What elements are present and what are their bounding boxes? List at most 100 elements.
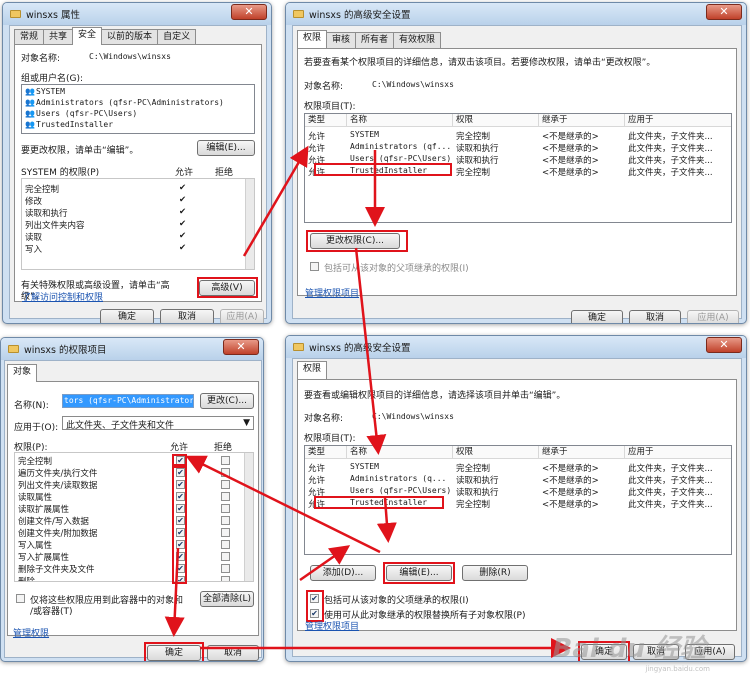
perm-row: 删除 (18, 577, 36, 582)
permissions-label: SYSTEM 的权限(P) (21, 168, 100, 178)
tab-sharing[interactable]: 共享 (43, 29, 74, 45)
col-name: 名称 (347, 446, 453, 459)
ok-button[interactable]: 确定 (100, 309, 154, 323)
name-label: 名称(N): (14, 401, 49, 411)
tab-owner[interactable]: 所有者 (355, 32, 395, 48)
apply-to-label: 应用于(O): (14, 423, 59, 433)
col-applies: 应用于 (625, 114, 731, 127)
entries-label: 权限项目(T): (304, 102, 356, 112)
clear-all-button[interactable]: 全部清除(L) (200, 591, 254, 607)
deny-checkbox[interactable] (221, 492, 230, 501)
deny-checkbox[interactable] (221, 528, 230, 537)
apply-only-checkbox[interactable] (16, 594, 25, 603)
cancel-button[interactable]: 取消 (160, 309, 214, 323)
deny-checkbox[interactable] (221, 552, 230, 561)
tab-security[interactable]: 安全 (72, 27, 103, 45)
close-button[interactable]: ✕ (706, 337, 742, 353)
scrollbar[interactable] (245, 179, 254, 269)
perm-row: 完全控制 ✔ (25, 183, 187, 195)
deny-checkbox[interactable] (221, 480, 230, 489)
object-name-label: 对象名称: (304, 82, 344, 92)
apply-to-value: 此文件夹、子文件夹和文件 (66, 421, 175, 431)
col-inherited: 继承于 (539, 114, 625, 127)
tab-object[interactable]: 对象 (7, 364, 38, 382)
access-control-link[interactable]: 了解访问控制和权限 (22, 290, 103, 303)
description: 若要查看某个权限项目的详细信息，请双击该项目。若要修改权限，请单击“更改权限”。 (304, 58, 656, 68)
perm-row: 写入 ✔ (25, 243, 187, 255)
add-button[interactable]: 添加(D)... (310, 565, 376, 581)
tab-effective[interactable]: 有效权限 (393, 32, 442, 48)
perm-row: 遍历文件夹/执行文件 (18, 469, 98, 479)
permission-checklist: 完全控制 遍历文件夹/执行文件 列出文件夹/读取数据 读取属性 读取扩展属性 创… (14, 452, 254, 582)
object-name-value: C:\Windows\winsxs (89, 52, 171, 61)
col-name: 名称 (347, 114, 453, 127)
table-row[interactable]: 允许 SYSTEM 完全控制 <不是继承的> 此文件夹，子文件夹... (305, 130, 731, 142)
tab-customize[interactable]: 自定义 (157, 29, 197, 45)
change-button[interactable]: 更改(C)... (200, 393, 254, 409)
window-title: winsxs 的高级安全设置 (309, 10, 411, 21)
deny-checkbox[interactable] (221, 564, 230, 573)
annotation-box (314, 496, 444, 509)
watermark: Bai du 经验 (552, 634, 707, 664)
close-button[interactable]: ✕ (231, 4, 267, 20)
object-name-label: 对象名称: (21, 54, 61, 64)
col-permission: 权限 (453, 114, 539, 127)
col-type: 类型 (305, 114, 347, 127)
list-item[interactable]: 👥 TrustedInstaller (22, 120, 254, 132)
deny-checkbox[interactable] (221, 540, 230, 549)
ok-button[interactable]: 确定 (571, 310, 623, 323)
tab-previous-versions[interactable]: 以前的版本 (101, 29, 159, 45)
perm-row: 写入属性 (18, 541, 53, 551)
perm-row: 读取属性 (18, 493, 53, 503)
deny-header: 拒绝 (215, 168, 234, 178)
table-row[interactable]: 允许 Administrators (qf... 读取和执行 <不是继承的> 此文件夹，… (305, 142, 731, 154)
group-label: 组或用户名(G): (21, 74, 84, 84)
advanced-security-edit-window: winsxs 的高级安全设置 ✕ 权限 要查看或编辑权限项目的详细信息，请选择该… (285, 335, 747, 662)
manage-entries-link[interactable]: 管理权限项目 (305, 619, 359, 632)
table-row[interactable]: 允许 SYSTEM 完全控制 <不是继承的> 此文件夹，子文件夹... (305, 462, 731, 474)
col-applies: 应用于 (625, 446, 731, 459)
perm-row: 列出文件夹/读取数据 (18, 481, 98, 491)
cancel-button[interactable]: 取消 (629, 310, 681, 323)
table-row[interactable]: 允许 Administrators (q... 读取和执行 <不是继承的> 此文件夹，子… (305, 474, 731, 486)
folder-icon (8, 345, 19, 353)
tab-permissions[interactable]: 权限 (297, 30, 328, 48)
apply-button: 应用(A) (220, 309, 264, 323)
tab-auditing[interactable]: 审核 (326, 32, 357, 48)
scrollbar[interactable] (244, 453, 253, 581)
deny-checkbox[interactable] (221, 576, 230, 581)
perm-row: 完全控制 (18, 457, 53, 467)
edit-button[interactable]: 编辑(E)... (197, 140, 255, 156)
perm-row: 创建文件/写入数据 (18, 517, 89, 527)
remove-button[interactable]: 删除(R) (462, 565, 528, 581)
cancel-button[interactable]: 取消 (207, 645, 259, 661)
advanced-titlebar: winsxs 的高级安全设置 (286, 3, 746, 25)
inherit-label: 包括可从该对象的父项继承的权限(I) (324, 596, 469, 606)
permissions-panel: 要查看或编辑权限项目的详细信息，请选择该项目并单击“编辑”。 对象名称: C:\… (297, 379, 737, 631)
user-list[interactable]: 👥 SYSTEM 👥 Administrators (qfsr-PC\Adminis… (21, 84, 255, 134)
folder-icon (293, 10, 304, 18)
col-type: 类型 (305, 446, 347, 459)
perm-row: 列出文件夹内容 ✔ (25, 219, 187, 231)
annotation-box (314, 163, 452, 176)
allow-header: 允许 (175, 168, 194, 178)
manage-entries-link[interactable]: 管理权限项目 (305, 286, 359, 299)
deny-checkbox[interactable] (221, 504, 230, 513)
deny-checkbox[interactable] (221, 456, 230, 465)
tab-general[interactable]: 常规 (14, 29, 45, 45)
close-button[interactable]: ✕ (223, 339, 259, 355)
manage-permissions-link[interactable]: 管理权限 (13, 626, 49, 639)
object-name-value: C:\Windows\winsxs (372, 412, 454, 421)
deny-checkbox[interactable] (221, 516, 230, 525)
security-panel: 对象名称: C:\Windows\winsxs 组或用户名(G): 👥 SYSTE… (14, 44, 262, 302)
folder-icon (293, 343, 304, 351)
annotation-box (306, 230, 408, 252)
perm-row: 读取 ✔ (25, 231, 187, 243)
annotation-box (383, 562, 455, 584)
entries-label: 权限项目(T): (304, 434, 356, 444)
tab-permissions[interactable]: 权限 (297, 361, 328, 379)
name-field: tors (qfsr-PC\Administrators) (62, 394, 194, 408)
apply-to-select[interactable]: 此文件夹、子文件夹和文件 ▼ (62, 416, 254, 431)
close-button[interactable]: ✕ (706, 4, 742, 20)
deny-checkbox[interactable] (221, 468, 230, 477)
